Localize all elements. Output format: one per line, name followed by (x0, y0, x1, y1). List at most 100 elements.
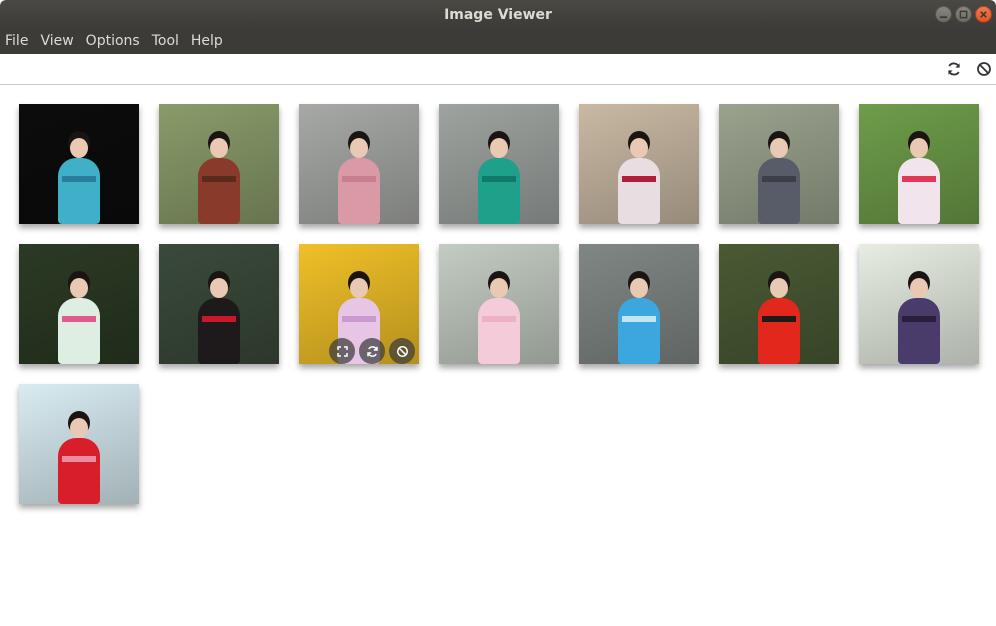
figure-head (70, 138, 88, 158)
overlay-refresh-button[interactable] (359, 338, 385, 364)
figure-robe (898, 158, 940, 224)
figure-sash (62, 316, 96, 322)
image-thumbnail[interactable] (439, 244, 559, 364)
figure-head (210, 138, 228, 158)
toolbar (0, 54, 996, 85)
thumbnail-figure (896, 132, 942, 224)
image-thumbnail[interactable] (719, 244, 839, 364)
figure-robe (58, 298, 100, 364)
image-thumbnail[interactable] (719, 104, 839, 224)
figure-robe (478, 298, 520, 364)
thumbnail-figure (336, 132, 382, 224)
thumbnail-figure (56, 272, 102, 364)
image-thumbnail[interactable] (859, 244, 979, 364)
image-thumbnail[interactable] (19, 104, 139, 224)
thumbnail-figure (616, 132, 662, 224)
thumbnail-grid (19, 104, 979, 504)
block-icon (977, 62, 991, 76)
figure-sash (62, 176, 96, 182)
thumbnail-figure (616, 272, 662, 364)
figure-robe (198, 158, 240, 224)
minimize-button[interactable] (935, 6, 952, 23)
figure-sash (902, 176, 936, 182)
image-thumbnail[interactable] (299, 244, 419, 364)
image-thumbnail[interactable] (579, 244, 699, 364)
thumbnail-figure (196, 272, 242, 364)
figure-sash (762, 316, 796, 322)
figure-head (910, 278, 928, 298)
figure-robe (338, 158, 380, 224)
window-title: Image Viewer (444, 6, 552, 23)
fullscreen-icon (336, 345, 348, 357)
refresh-icon (948, 62, 960, 76)
thumbnail-figure (896, 272, 942, 364)
figure-head (70, 278, 88, 298)
figure-robe (478, 158, 520, 224)
close-icon (980, 11, 987, 18)
menu-view[interactable]: View (34, 29, 79, 54)
figure-head (910, 138, 928, 158)
figure-robe (758, 158, 800, 224)
figure-head (630, 138, 648, 158)
image-thumbnail[interactable] (859, 104, 979, 224)
figure-sash (202, 176, 236, 182)
menu-options[interactable]: Options (80, 29, 146, 54)
overlay-block-button[interactable] (389, 338, 415, 364)
figure-head (210, 278, 228, 298)
thumbnail-figure (756, 132, 802, 224)
refresh-button[interactable] (945, 60, 963, 78)
figure-sash (622, 316, 656, 322)
figure-head (490, 138, 508, 158)
figure-sash (762, 176, 796, 182)
figure-sash (202, 316, 236, 322)
figure-sash (342, 316, 376, 322)
figure-robe (758, 298, 800, 364)
figure-head (770, 278, 788, 298)
thumbnail-figure (476, 272, 522, 364)
figure-robe (898, 298, 940, 364)
image-thumbnail[interactable] (299, 104, 419, 224)
image-thumbnail[interactable] (439, 104, 559, 224)
menu-file[interactable]: File (0, 29, 34, 54)
image-thumbnail[interactable] (159, 104, 279, 224)
figure-robe (198, 298, 240, 364)
figure-robe (58, 158, 100, 224)
figure-head (770, 138, 788, 158)
thumbnail-figure (476, 132, 522, 224)
image-thumbnail[interactable] (159, 244, 279, 364)
figure-sash (62, 456, 96, 462)
figure-head (350, 278, 368, 298)
thumbnail-figure (756, 272, 802, 364)
figure-sash (622, 176, 656, 182)
image-thumbnail[interactable] (19, 384, 139, 504)
figure-robe (58, 438, 100, 504)
figure-head (70, 418, 88, 438)
window-controls (935, 6, 992, 23)
window-titlebar[interactable]: Image Viewer (0, 0, 996, 29)
thumbnail-figure (56, 412, 102, 504)
figure-robe (618, 158, 660, 224)
menu-help[interactable]: Help (185, 29, 229, 54)
figure-head (350, 138, 368, 158)
thumbnail-figure (56, 132, 102, 224)
image-thumbnail[interactable] (19, 244, 139, 364)
maximize-icon (959, 10, 968, 19)
figure-sash (342, 176, 376, 182)
close-button[interactable] (975, 6, 992, 23)
menubar: File View Options Tool Help (0, 29, 996, 54)
menu-tool[interactable]: Tool (146, 29, 185, 54)
overlay-fullscreen-button[interactable] (329, 338, 355, 364)
block-button[interactable] (975, 60, 993, 78)
figure-robe (618, 298, 660, 364)
figure-sash (482, 316, 516, 322)
figure-head (630, 278, 648, 298)
figure-head (490, 278, 508, 298)
thumbnail-overlay-actions (329, 338, 415, 364)
block-icon (396, 345, 408, 357)
refresh-icon (366, 345, 378, 357)
figure-sash (902, 316, 936, 322)
minimize-icon (939, 16, 948, 19)
image-thumbnail[interactable] (579, 104, 699, 224)
thumbnail-figure (196, 132, 242, 224)
maximize-button[interactable] (955, 6, 972, 23)
